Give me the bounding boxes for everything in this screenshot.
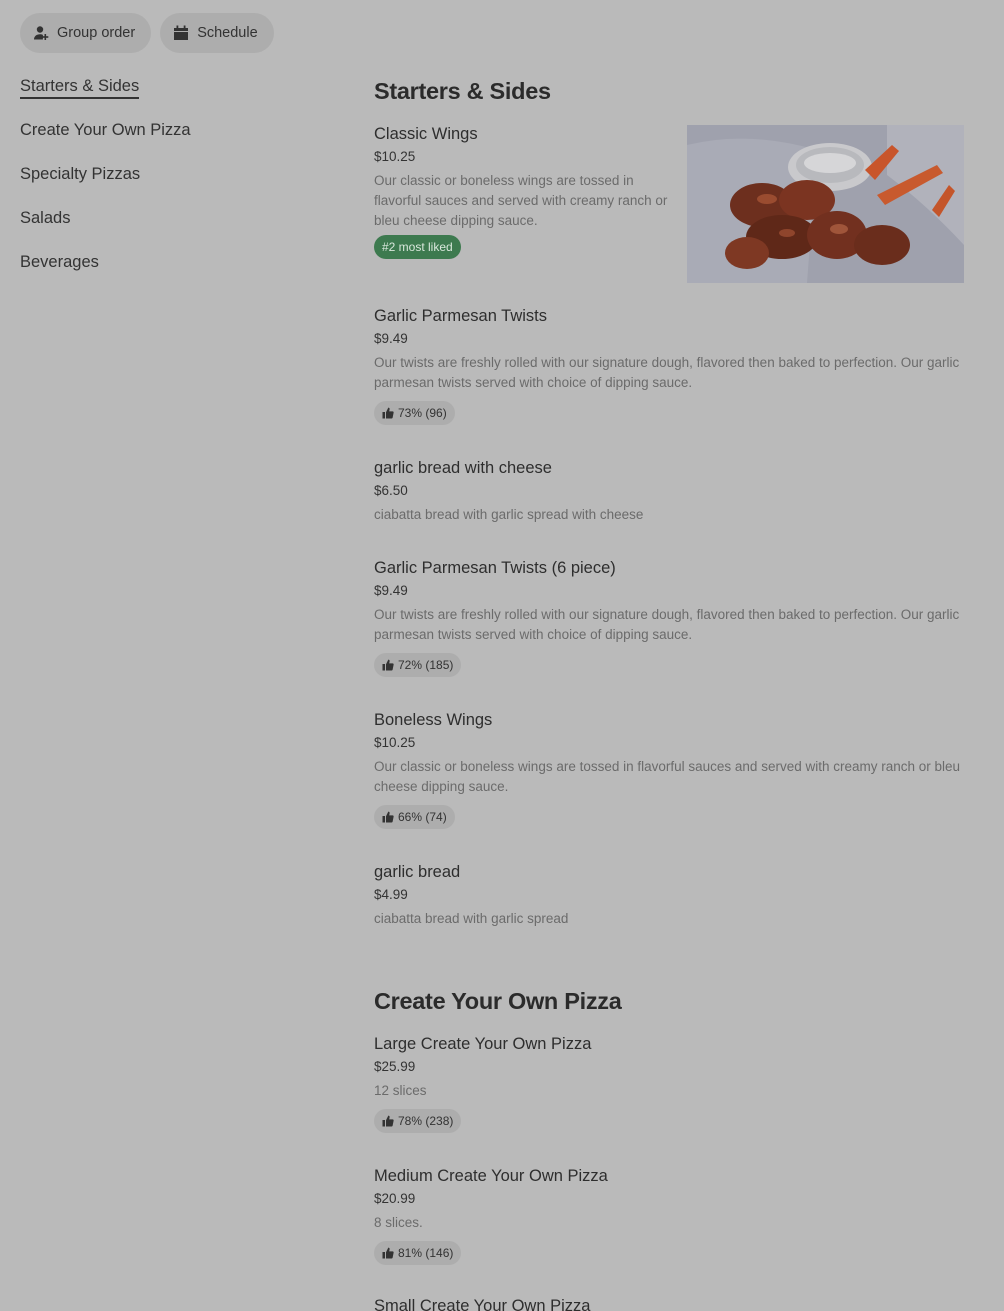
- rating-badge: 72% (185): [374, 653, 462, 677]
- rating-badge: 81% (146): [374, 1241, 462, 1265]
- rating-text: 81% (146): [398, 1246, 454, 1260]
- item-description: Our twists are freshly rolled with our s…: [374, 607, 960, 642]
- rating-badge: 78% (238): [374, 1109, 462, 1133]
- item-price: $9.49: [374, 331, 408, 346]
- nav-item-label: Specialty Pizzas: [20, 165, 141, 183]
- item-price: $4.99: [374, 887, 408, 902]
- menu-item-garlic-bread-with-cheese[interactable]: garlic bread with cheese $6.50 ciabatta …: [374, 456, 964, 525]
- item-description: Our classic or boneless wings are tossed…: [374, 759, 961, 794]
- rating-text: 73% (96): [398, 406, 447, 420]
- category-nav: Starters & Sides Create Your Own Pizza S…: [20, 74, 320, 294]
- menu-item-garlic-parmesan-twists-6-piece[interactable]: Garlic Parmesan Twists (6 piece) $9.49 O…: [374, 556, 964, 677]
- item-price: $9.49: [374, 583, 408, 598]
- item-name: Medium Create Your Own Pizza: [374, 1167, 608, 1185]
- nav-item-starters-sides[interactable]: Starters & Sides: [20, 74, 320, 118]
- person-add-icon: [32, 25, 49, 42]
- nav-item-label: Beverages: [20, 253, 99, 271]
- menu-item-medium-create-your-own-pizza[interactable]: Medium Create Your Own Pizza $20.99 8 sl…: [374, 1164, 964, 1265]
- item-name: Garlic Parmesan Twists: [374, 307, 547, 325]
- item-name: garlic bread: [374, 863, 461, 881]
- thumbs-up-icon: [382, 1115, 394, 1127]
- nav-item-create-your-own-pizza[interactable]: Create Your Own Pizza: [20, 118, 320, 162]
- item-name: garlic bread with cheese: [374, 459, 552, 477]
- calendar-icon: [172, 25, 189, 42]
- item-price: $10.25: [374, 735, 416, 750]
- menu-item-boneless-wings[interactable]: Boneless Wings $10.25 Our classic or bon…: [374, 708, 964, 829]
- item-description: ciabatta bread with garlic spread with c…: [374, 507, 644, 522]
- schedule-button[interactable]: Schedule: [160, 13, 274, 53]
- item-name: Large Create Your Own Pizza: [374, 1035, 592, 1053]
- nav-item-specialty-pizzas[interactable]: Specialty Pizzas: [20, 162, 320, 206]
- topbar: Group order Schedule: [20, 13, 274, 53]
- rating-text: 66% (74): [398, 810, 447, 824]
- nav-item-salads[interactable]: Salads: [20, 206, 320, 250]
- nav-item-label: Salads: [20, 209, 71, 227]
- chicken-wings-photo[interactable]: [687, 125, 964, 283]
- group-order-label: Group order: [57, 25, 136, 41]
- thumbs-up-icon: [382, 1247, 394, 1259]
- menu-item-classic-wings[interactable]: Classic Wings $10.25 Our classic or bone…: [374, 122, 674, 259]
- group-order-button[interactable]: Group order: [20, 13, 152, 53]
- thumbs-up-icon: [382, 407, 394, 419]
- item-description: 12 slices: [374, 1083, 427, 1098]
- nav-item-label: Starters & Sides: [20, 77, 140, 99]
- menu-item-large-create-your-own-pizza[interactable]: Large Create Your Own Pizza $25.99 12 sl…: [374, 1032, 964, 1133]
- section-title-starters-sides: Starters & Sides: [374, 78, 551, 104]
- item-price: $10.25: [374, 149, 416, 164]
- item-description: Our twists are freshly rolled with our s…: [374, 355, 960, 390]
- rating-badge: 73% (96): [374, 401, 455, 425]
- thumbs-up-icon: [382, 659, 394, 671]
- item-name: Boneless Wings: [374, 711, 493, 729]
- schedule-label: Schedule: [197, 25, 258, 41]
- item-price: $25.99: [374, 1059, 416, 1074]
- item-name: Garlic Parmesan Twists (6 piece): [374, 559, 616, 577]
- rating-text: 78% (238): [398, 1114, 454, 1128]
- item-description: ciabatta bread with garlic spread: [374, 911, 569, 926]
- item-price: $20.99: [374, 1191, 416, 1206]
- rating-badge: 66% (74): [374, 805, 455, 829]
- nav-item-beverages[interactable]: Beverages: [20, 250, 320, 294]
- nav-item-label: Create Your Own Pizza: [20, 121, 191, 139]
- thumbs-up-icon: [382, 811, 394, 823]
- rating-text: 72% (185): [398, 658, 454, 672]
- item-name: Small Create Your Own Pizza: [374, 1297, 591, 1311]
- item-description: Our classic or boneless wings are tossed…: [374, 173, 668, 228]
- item-name: Classic Wings: [374, 125, 478, 143]
- section-title-create-your-own-pizza: Create Your Own Pizza: [374, 988, 622, 1014]
- most-liked-badge: #2 most liked: [374, 235, 461, 259]
- menu-item-small-create-your-own-pizza[interactable]: Small Create Your Own Pizza: [374, 1294, 964, 1311]
- menu-item-garlic-parmesan-twists[interactable]: Garlic Parmesan Twists $9.49 Our twists …: [374, 304, 964, 425]
- item-description: 8 slices.: [374, 1215, 423, 1230]
- menu-item-garlic-bread[interactable]: garlic bread $4.99 ciabatta bread with g…: [374, 860, 964, 929]
- item-price: $6.50: [374, 483, 408, 498]
